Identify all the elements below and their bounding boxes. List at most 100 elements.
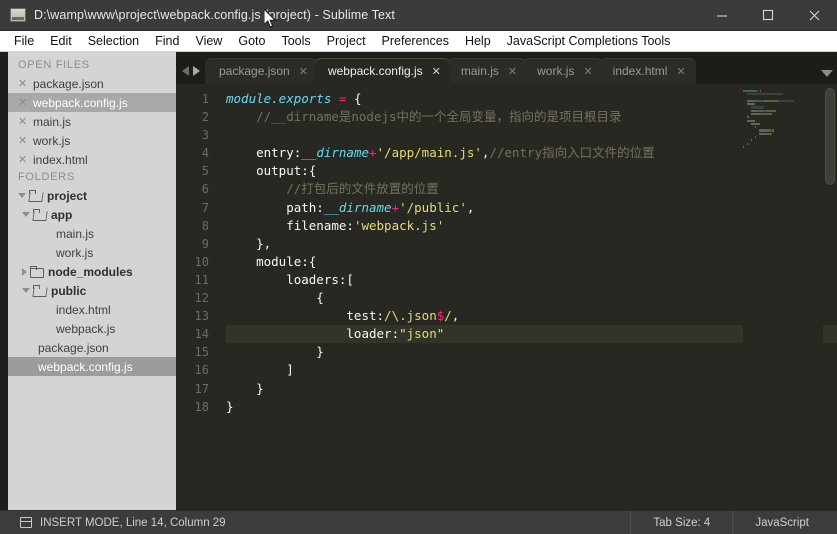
code-line[interactable]: //打包后的文件放置的位置 (226, 180, 837, 198)
code-line[interactable]: } (226, 380, 837, 398)
tab-package-json[interactable]: package.json ✕ (205, 58, 318, 84)
chevron-down-icon[interactable] (18, 193, 26, 198)
folder-node-modules[interactable]: node_modules (8, 262, 176, 281)
code-line[interactable]: filename:'webpack.js' (226, 217, 837, 235)
code-token: 'webpack.js' (353, 217, 445, 233)
file-public-index-html[interactable]: index.html (8, 300, 176, 319)
code-line[interactable]: } (226, 343, 837, 361)
code-token: '/app/main.js' (376, 145, 482, 161)
tab-scroll-right-icon[interactable] (193, 66, 200, 76)
close-icon[interactable]: ✕ (676, 65, 685, 78)
code-token: __dirname (323, 199, 392, 215)
line-number: 17 (194, 381, 209, 396)
open-file-package-json[interactable]: ✕ package.json (8, 74, 176, 93)
file-app-work-js[interactable]: work.js (8, 243, 176, 262)
code-area[interactable]: 1 2 3 4 5 6 7 8 9 10 11 12 13 14 15 16 17 18 module.expor… (176, 84, 837, 510)
code-line[interactable]: path:__dirname+'/public', (226, 199, 837, 217)
panel-toggle-icon[interactable] (20, 517, 32, 528)
minimize-button[interactable] (699, 0, 745, 31)
tab-index-html[interactable]: index.html ✕ (598, 58, 696, 84)
code-line[interactable]: module:{ (226, 253, 837, 271)
open-file-index-html[interactable]: ✕ index.html (8, 150, 176, 169)
tab-webpack-config-js[interactable]: webpack.config.js ✕ (313, 58, 451, 84)
menu-selection[interactable]: Selection (80, 31, 147, 52)
code-token: }, (226, 235, 272, 251)
app-icon (10, 8, 26, 22)
close-icon[interactable]: ✕ (18, 134, 27, 147)
code-content[interactable]: module.exports = { //__dirname是nodejs中的一… (218, 84, 837, 510)
line-number: 15 (194, 345, 209, 360)
file-package-json[interactable]: package.json (8, 338, 176, 357)
open-file-work-js[interactable]: ✕ work.js (8, 131, 176, 150)
window-controls (699, 0, 837, 31)
close-icon[interactable]: ✕ (583, 65, 592, 78)
close-icon[interactable]: ✕ (18, 96, 27, 109)
close-icon[interactable]: ✕ (18, 77, 27, 90)
file-webpack-config-js[interactable]: webpack.config.js (8, 357, 176, 376)
maximize-button[interactable] (745, 0, 791, 31)
status-right-group: Tab Size: 4 JavaScript (630, 510, 837, 534)
menu-tools[interactable]: Tools (273, 31, 318, 52)
file-public-webpack-js[interactable]: webpack.js (8, 319, 176, 338)
menu-project[interactable]: Project (319, 31, 374, 52)
chevron-right-icon[interactable] (22, 267, 27, 276)
close-button[interactable] (791, 0, 837, 31)
line-number: 13 (194, 309, 209, 324)
code-token: //entry指向入口文件的位置 (489, 145, 655, 161)
close-icon[interactable]: ✕ (508, 65, 517, 78)
menu-javascript-completions-tools[interactable]: JavaScript Completions Tools (499, 31, 679, 52)
file-app-main-js[interactable]: main.js (8, 224, 176, 243)
tab-work-js[interactable]: work.js ✕ (523, 58, 603, 84)
code-line[interactable]: }, (226, 235, 837, 253)
menu-goto[interactable]: Goto (230, 31, 273, 52)
open-file-webpack-config-js[interactable]: ✕ webpack.config.js (8, 93, 176, 112)
line-number: 2 (201, 110, 209, 125)
tree-label: main.js (56, 226, 95, 241)
vertical-scrollbar[interactable] (825, 88, 835, 185)
code-token: __dirname (301, 145, 369, 161)
chevron-down-icon[interactable] (22, 288, 30, 293)
code-line[interactable]: //__dirname是nodejs中的一个全局变量，指向的是项目根目录 (226, 108, 837, 126)
tab-scroll-left-icon[interactable] (182, 66, 189, 76)
code-line[interactable]: entry:__dirname+'/app/main.js',//entry指向… (226, 144, 837, 162)
code-line[interactable]: module.exports = { (226, 90, 837, 108)
line-number: 1 (201, 92, 209, 106)
chevron-down-icon[interactable] (22, 212, 30, 217)
code-token: //__dirname是nodejs中的一个全局变量，指向的是项目根目录 (226, 109, 622, 125)
code-token: module.exports (226, 91, 332, 106)
close-icon[interactable]: ✕ (432, 65, 441, 78)
status-bar: INSERT MODE, Line 14, Column 29 Tab Size… (0, 510, 837, 534)
folder-public[interactable]: public (8, 281, 176, 300)
folder-project[interactable]: project (8, 186, 176, 205)
syntax-button[interactable]: JavaScript (732, 510, 837, 534)
line-number: 5 (201, 164, 209, 179)
code-line[interactable]: loaders:[ (226, 271, 837, 289)
menu-find[interactable]: Find (147, 31, 187, 52)
folder-app[interactable]: app (8, 205, 176, 224)
menu-preferences[interactable]: Preferences (374, 31, 457, 52)
open-file-label: work.js (33, 133, 71, 148)
tree-label: public (51, 283, 87, 298)
open-files-header: OPEN FILES (18, 59, 90, 71)
code-line[interactable]: } (226, 398, 837, 416)
tree-label: node_modules (48, 264, 133, 279)
code-line[interactable]: { (226, 289, 837, 307)
menu-help[interactable]: Help (457, 31, 499, 52)
open-file-main-js[interactable]: ✕ main.js (8, 112, 176, 131)
close-icon[interactable]: ✕ (299, 65, 308, 78)
code-token: + (369, 145, 377, 161)
menu-file[interactable]: File (6, 31, 42, 52)
code-line[interactable]: test:/\.json$/, (226, 307, 837, 325)
close-icon[interactable]: ✕ (18, 115, 27, 128)
code-line[interactable]: loader:"json" (226, 325, 837, 344)
code-line[interactable]: ] (226, 361, 837, 379)
tab-overflow-menu-icon[interactable] (821, 70, 833, 77)
code-line[interactable]: output:{ (226, 162, 837, 180)
tab-main-js[interactable]: main.js ✕ (446, 58, 528, 84)
code-line[interactable] (226, 126, 837, 144)
menu-edit[interactable]: Edit (42, 31, 80, 52)
close-icon[interactable]: ✕ (18, 153, 27, 166)
menu-view[interactable]: View (187, 31, 230, 52)
tab-size-button[interactable]: Tab Size: 4 (630, 510, 732, 534)
code-token: filename: (226, 217, 354, 233)
